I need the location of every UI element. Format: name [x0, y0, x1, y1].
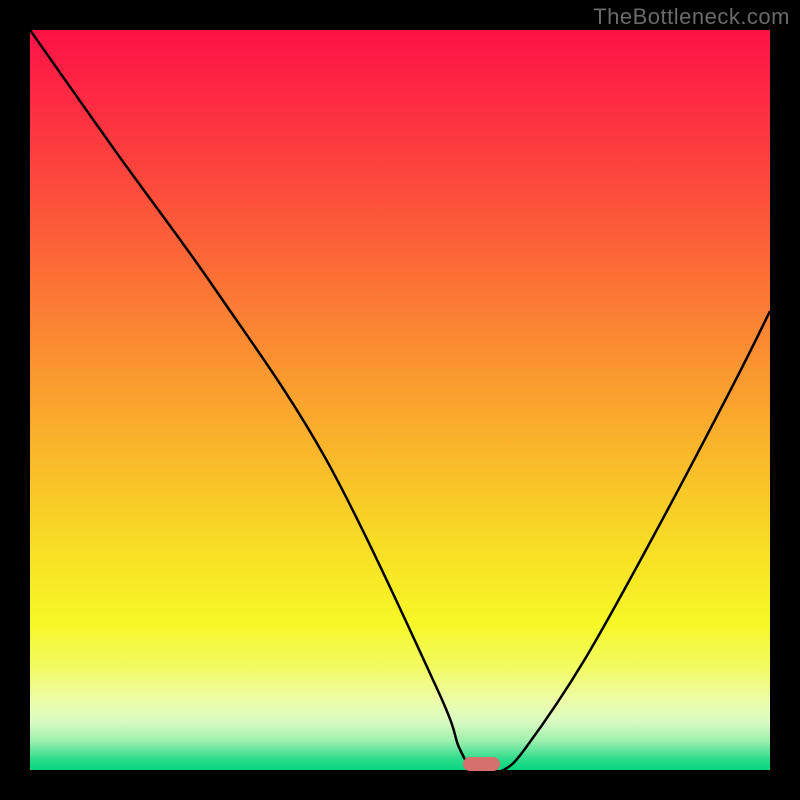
watermark-text: TheBottleneck.com	[593, 4, 790, 30]
chart-frame: TheBottleneck.com	[0, 0, 800, 800]
bottleneck-curve	[30, 30, 770, 770]
plot-area	[30, 30, 770, 770]
optimal-point-marker	[463, 757, 500, 771]
bottleneck-curve-path	[30, 30, 770, 770]
